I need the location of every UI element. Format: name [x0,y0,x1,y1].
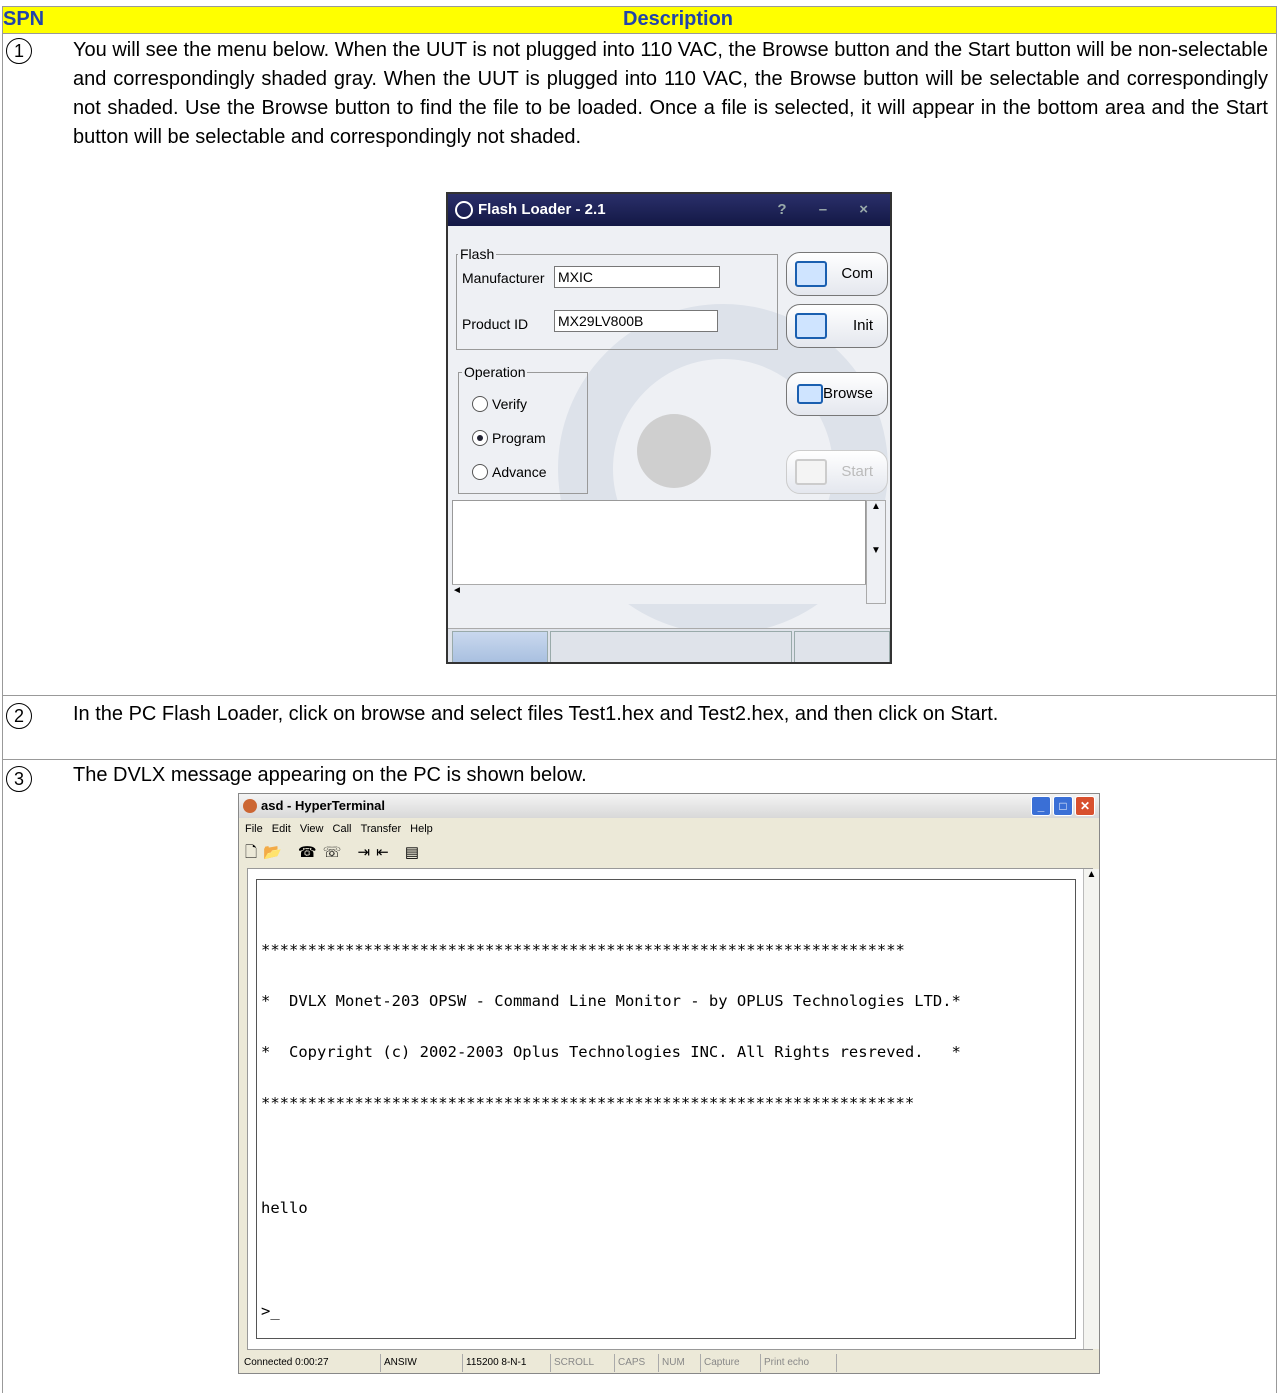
terminal-line: * DVLX Monet-203 OPSW - Command Line Mon… [261,992,961,1010]
table-header: SPN Description [2,6,1277,34]
horizontal-scrollbar[interactable]: ◄ [452,584,866,604]
hyperterminal-titlebar: asd - HyperTerminal _ □ ✕ [239,794,1099,818]
status-pane [794,631,890,662]
start-icon [795,459,827,485]
status-caps: CAPS [615,1354,659,1372]
program-label: Program [492,430,546,446]
description-header: Description [623,8,734,30]
terminal-line: ****************************************… [261,1094,915,1112]
disconnect-icon[interactable]: ☏ [323,844,348,861]
hyperterminal-title: asd - HyperTerminal [261,798,386,813]
close-button[interactable]: ✕ [1075,796,1095,816]
row-divider [2,759,1277,760]
menu-help[interactable]: Help [410,823,433,835]
terminal-line: ****************************************… [261,941,905,959]
step-2-text: In the PC Flash Loader, click on browse … [73,703,999,725]
window-controls[interactable]: ? – × [777,194,882,226]
advance-label: Advance [492,464,547,480]
terminal-screen[interactable]: ****************************************… [256,879,1076,1339]
status-emulation: ANSIW [381,1354,463,1372]
terminal-line: * Copyright (c) 2002-2003 Oplus Technolo… [261,1043,961,1061]
app-icon [455,201,473,219]
toolbar: 🗋📂 ☎☏ ⇥⇤ ▤ [245,842,425,864]
init-button[interactable]: Init [786,304,888,348]
row-divider [2,695,1277,696]
folder-icon [797,384,823,404]
hyperterminal-icon [243,799,257,813]
advance-radio[interactable] [472,464,488,480]
com-button[interactable]: Com [786,252,888,296]
call-icon[interactable]: ☎ [298,844,323,861]
document-page: SPN Description 1 You will see the menu … [0,0,1278,1393]
menu-file[interactable]: File [245,823,263,835]
com-label: Com [841,265,873,282]
open-icon[interactable]: 📂 [263,844,288,861]
manufacturer-label: Manufacturer [462,270,545,286]
step-number: 2 [6,703,32,729]
step-number: 3 [6,766,32,792]
background-logo-dot [637,414,711,488]
status-print-echo: Print echo [761,1354,837,1372]
start-label: Start [841,463,873,480]
vertical-scrollbar[interactable]: ▲ ▼ [866,500,886,604]
browse-label: Browse [822,385,873,402]
init-label: Init [852,317,873,334]
flash-loader-titlebar: Flash Loader - 2.1 ? – × [448,194,890,226]
status-num: NUM [659,1354,701,1372]
terminal-area[interactable]: ****************************************… [247,868,1099,1350]
browse-button[interactable]: Browse [786,372,888,416]
verify-label: Verify [492,396,528,412]
disconnected-icon [452,631,548,662]
hyperterminal-statusbar: Connected 0:00:27 ANSIW 115200 8-N-1 SCR… [241,1354,1097,1372]
flash-loader-title: Flash Loader - 2.1 [478,201,606,218]
maximize-button[interactable]: □ [1053,796,1073,816]
start-button[interactable]: Start [786,450,888,494]
properties-icon[interactable]: ▤ [405,844,425,861]
menu-edit[interactable]: Edit [272,823,291,835]
status-capture: Capture [701,1354,761,1372]
new-icon[interactable]: 🗋 [245,844,263,861]
operation-group-label: Operation [462,364,528,380]
hyperterminal-window: asd - HyperTerminal _ □ ✕ File Edit View… [238,793,1100,1374]
menu-view[interactable]: View [300,823,324,835]
menu-transfer[interactable]: Transfer [361,823,402,835]
status-pane [550,631,792,662]
table-border-left [2,34,3,1393]
step-3-text: The DVLX message appearing on the PC is … [73,764,587,786]
terminal-output: ****************************************… [261,908,961,1338]
menu-call[interactable]: Call [333,823,352,835]
table-border-right [1276,34,1277,1393]
manufacturer-field[interactable]: MXIC [554,266,720,288]
flash-loader-statusbar [448,628,890,662]
program-radio[interactable] [472,430,488,446]
hand-icon [795,313,827,339]
status-port-settings: 115200 8-N-1 [463,1354,551,1372]
menu-bar: File Edit View Call Transfer Help [239,819,433,839]
vertical-scrollbar[interactable]: ▲ [1083,869,1099,1349]
terminal-prompt: >_ [261,1302,280,1320]
status-scroll: SCROLL [551,1354,615,1372]
step-number: 1 [6,38,32,64]
terminal-line: hello [261,1199,308,1217]
spn-header: SPN [3,8,45,30]
step-1-text: You will see the menu below. When the UU… [73,39,1268,148]
product-id-field[interactable]: MX29LV800B [554,310,718,332]
com-icon [795,261,827,287]
receive-icon[interactable]: ⇤ [376,844,395,861]
product-id-label: Product ID [462,316,529,332]
status-connected: Connected 0:00:27 [241,1354,381,1372]
verify-radio[interactable] [472,396,488,412]
send-icon[interactable]: ⇥ [358,844,377,861]
flash-loader-window: Flash Loader - 2.1 ? – × Flash Manufactu… [446,192,892,664]
flash-group-label: Flash [458,246,497,262]
minimize-button[interactable]: _ [1031,796,1051,816]
